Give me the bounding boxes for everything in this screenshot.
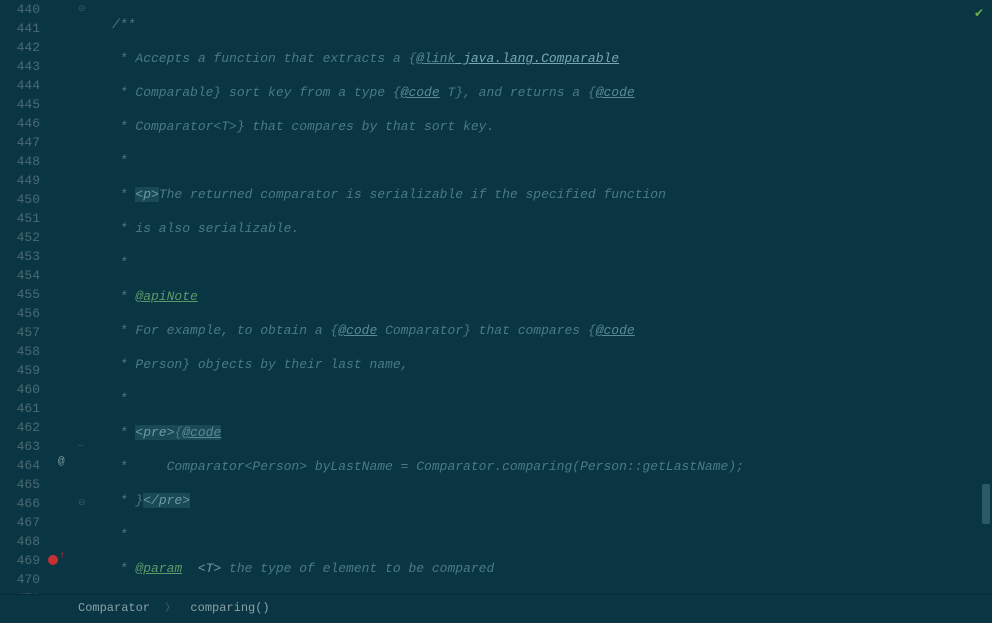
line-number: 458 bbox=[0, 342, 40, 361]
breakpoint-arrow-icon: ↑ bbox=[59, 551, 65, 562]
code-area[interactable]: /** * Accepts a function that extracts a… bbox=[92, 0, 992, 594]
breakpoint-icon[interactable] bbox=[48, 555, 58, 565]
line-number: 444 bbox=[0, 76, 40, 95]
override-marker[interactable]: @ bbox=[58, 456, 65, 468]
line-number: 453 bbox=[0, 247, 40, 266]
marker-column: @ ↑ bbox=[48, 0, 78, 594]
line-number: 464 bbox=[0, 456, 40, 475]
line-number: 454 bbox=[0, 266, 40, 285]
line-number: 465 bbox=[0, 475, 40, 494]
fold-toggle-icon[interactable]: ⊖ bbox=[78, 0, 86, 19]
chevron-right-icon: 〉 bbox=[165, 604, 175, 615]
line-number: 452 bbox=[0, 228, 40, 247]
line-number: 441 bbox=[0, 19, 40, 38]
line-number: 443 bbox=[0, 57, 40, 76]
line-number: 463 bbox=[0, 437, 40, 456]
line-number: 445 bbox=[0, 95, 40, 114]
line-number: 450 bbox=[0, 190, 40, 209]
line-number: 451 bbox=[0, 209, 40, 228]
breadcrumb[interactable]: Comparator 〉 comparing() bbox=[0, 594, 992, 621]
fold-column: ⊖ ─ ⊖ bbox=[78, 0, 92, 594]
line-number: 470 bbox=[0, 570, 40, 589]
breadcrumb-item[interactable]: comparing() bbox=[190, 601, 269, 615]
checkmark-icon[interactable]: ✔ bbox=[974, 6, 984, 21]
line-number: 459 bbox=[0, 361, 40, 380]
line-number: 471 bbox=[0, 589, 40, 594]
line-number: 455 bbox=[0, 285, 40, 304]
line-number: 448 bbox=[0, 152, 40, 171]
fold-toggle-icon[interactable]: ⊖ bbox=[78, 494, 86, 513]
line-number: 456 bbox=[0, 304, 40, 323]
line-number: 449 bbox=[0, 171, 40, 190]
line-number: 460 bbox=[0, 380, 40, 399]
line-number: 461 bbox=[0, 399, 40, 418]
line-number: 468 bbox=[0, 532, 40, 551]
line-number: 469 bbox=[0, 551, 40, 570]
breadcrumb-item[interactable]: Comparator bbox=[78, 601, 150, 615]
line-number: 447 bbox=[0, 133, 40, 152]
line-number: 442 bbox=[0, 38, 40, 57]
line-number-gutter: 4404414424434444454464474484494504514524… bbox=[0, 0, 48, 594]
line-number: 466 bbox=[0, 494, 40, 513]
line-number: 457 bbox=[0, 323, 40, 342]
vertical-scrollbar[interactable] bbox=[982, 484, 990, 524]
fold-end-icon: ─ bbox=[78, 437, 83, 456]
code-editor[interactable]: 4404414424434444454464474484494504514524… bbox=[0, 0, 992, 594]
line-number: 467 bbox=[0, 513, 40, 532]
line-number: 462 bbox=[0, 418, 40, 437]
line-number: 440 bbox=[0, 0, 40, 19]
code-text: /** bbox=[112, 17, 135, 32]
line-number: 446 bbox=[0, 114, 40, 133]
